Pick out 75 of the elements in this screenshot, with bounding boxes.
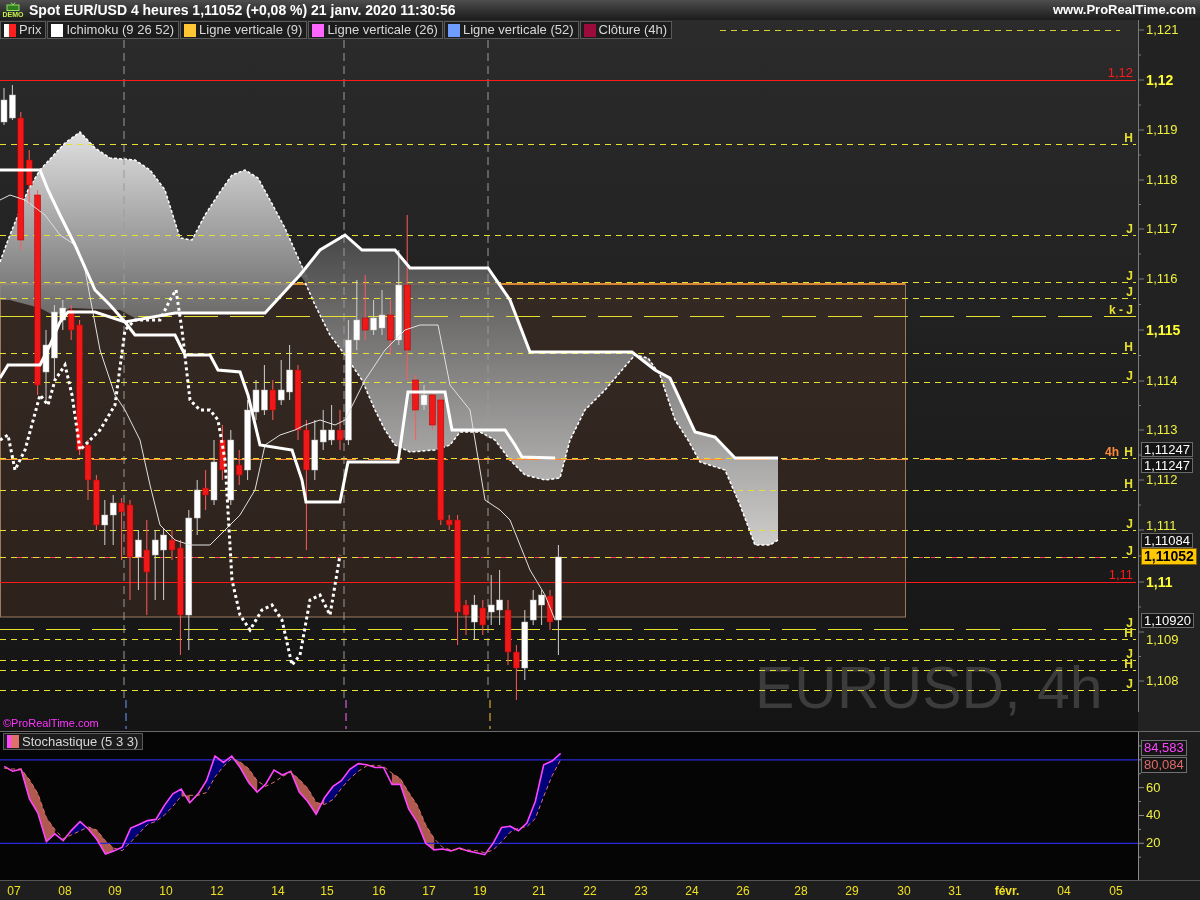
date-label: 31 (948, 884, 962, 898)
date-label: 08 (58, 884, 72, 898)
reading-label: 80,084 (1141, 757, 1187, 773)
date-label: 14 (271, 884, 285, 898)
level-label: J (1126, 519, 1133, 529)
date-label: 04 (1057, 884, 1071, 898)
level-label: J (1126, 271, 1133, 281)
level-label: k - J (1109, 305, 1133, 315)
legend-label: Clôture (4h) (598, 22, 668, 38)
level-label: H (1124, 447, 1133, 457)
price-label: 1,112 (1146, 472, 1178, 488)
date-label: 22 (583, 884, 597, 898)
price-label: 1,117 (1146, 221, 1178, 237)
date-label: 16 (372, 884, 386, 898)
date-label: 24 (685, 884, 699, 898)
price-tag: 1,11052 (1141, 548, 1197, 565)
level-label: H (1124, 342, 1133, 352)
price-label: 1,116 (1146, 271, 1178, 287)
date-label: 28 (794, 884, 808, 898)
price-label: 1,115 (1146, 322, 1181, 338)
level-label: H (1124, 133, 1133, 143)
copyright-label: ©ProRealTime.com (3, 717, 99, 729)
price-tag: 1,10920 (1141, 613, 1194, 628)
date-label: 07 (7, 884, 21, 898)
website-label: www.ProRealTime.com (1052, 1, 1196, 19)
date-label: févr. (994, 884, 1020, 898)
axis-label: 60 (1146, 779, 1161, 796)
legend-label: Prix (19, 22, 42, 38)
level-label: 1,12 (1107, 66, 1133, 79)
axis-label: 20 (1146, 835, 1161, 852)
date-label: 12 (210, 884, 224, 898)
level-label: H (1124, 479, 1133, 489)
date-label: 21 (532, 884, 546, 898)
price-tag: 1,11247 (1141, 442, 1194, 457)
chart-title: Spot EUR/USD 4 heures 1,11052 (+0,08 %) 21 janv. 2020 11:30:56 (29, 1, 456, 19)
level-label: J (1126, 679, 1133, 689)
reading-label: 84,583 (1141, 740, 1187, 756)
level-label: 1,11 (1108, 568, 1133, 581)
date-label: 19 (473, 884, 487, 898)
level-label: 4h (1105, 447, 1119, 457)
date-label: 09 (108, 884, 122, 898)
legend-label: Ligne verticale (26) (327, 22, 438, 38)
monitor-icon (6, 1, 20, 11)
legend-label: Stochastique (5 3 3) (22, 734, 139, 749)
date-label: 10 (159, 884, 173, 898)
price-tag: 1,11084 (1141, 533, 1194, 548)
price-label: 1,11 (1146, 574, 1173, 590)
color-swatch-icon (7, 735, 19, 748)
axis-label: 40 (1146, 807, 1161, 824)
price-label: 1,108 (1146, 673, 1179, 689)
level-label: J (1126, 618, 1133, 628)
price-tag: 1,11247 (1141, 458, 1194, 473)
level-label: J (1126, 287, 1133, 297)
price-label: 1,12 (1146, 72, 1174, 88)
price-label: 1,109 (1146, 632, 1179, 648)
price-label: 1,119 (1146, 122, 1178, 138)
price-label: 1,113 (1146, 422, 1178, 438)
level-label: J (1126, 224, 1133, 234)
level-label: J (1126, 371, 1133, 381)
date-label: 26 (736, 884, 750, 898)
date-label: 29 (845, 884, 859, 898)
price-label: 1,114 (1146, 373, 1178, 389)
price-label: 1,121 (1146, 22, 1179, 38)
legend-label: Ligne verticale (52) (462, 22, 574, 38)
level-label: J (1126, 649, 1133, 659)
date-label: 05 (1109, 884, 1123, 898)
legend-label: Ligne verticale (9) (199, 22, 303, 38)
price-label: 1,118 (1146, 172, 1178, 188)
level-label: J (1126, 546, 1133, 556)
date-label: 15 (320, 884, 334, 898)
legend-label: Ichimoku (9 26 52) (66, 22, 175, 38)
date-label: 23 (634, 884, 648, 898)
date-label: 17 (422, 884, 436, 898)
price-label: 1,111 (1146, 518, 1177, 534)
date-label: 30 (897, 884, 911, 898)
